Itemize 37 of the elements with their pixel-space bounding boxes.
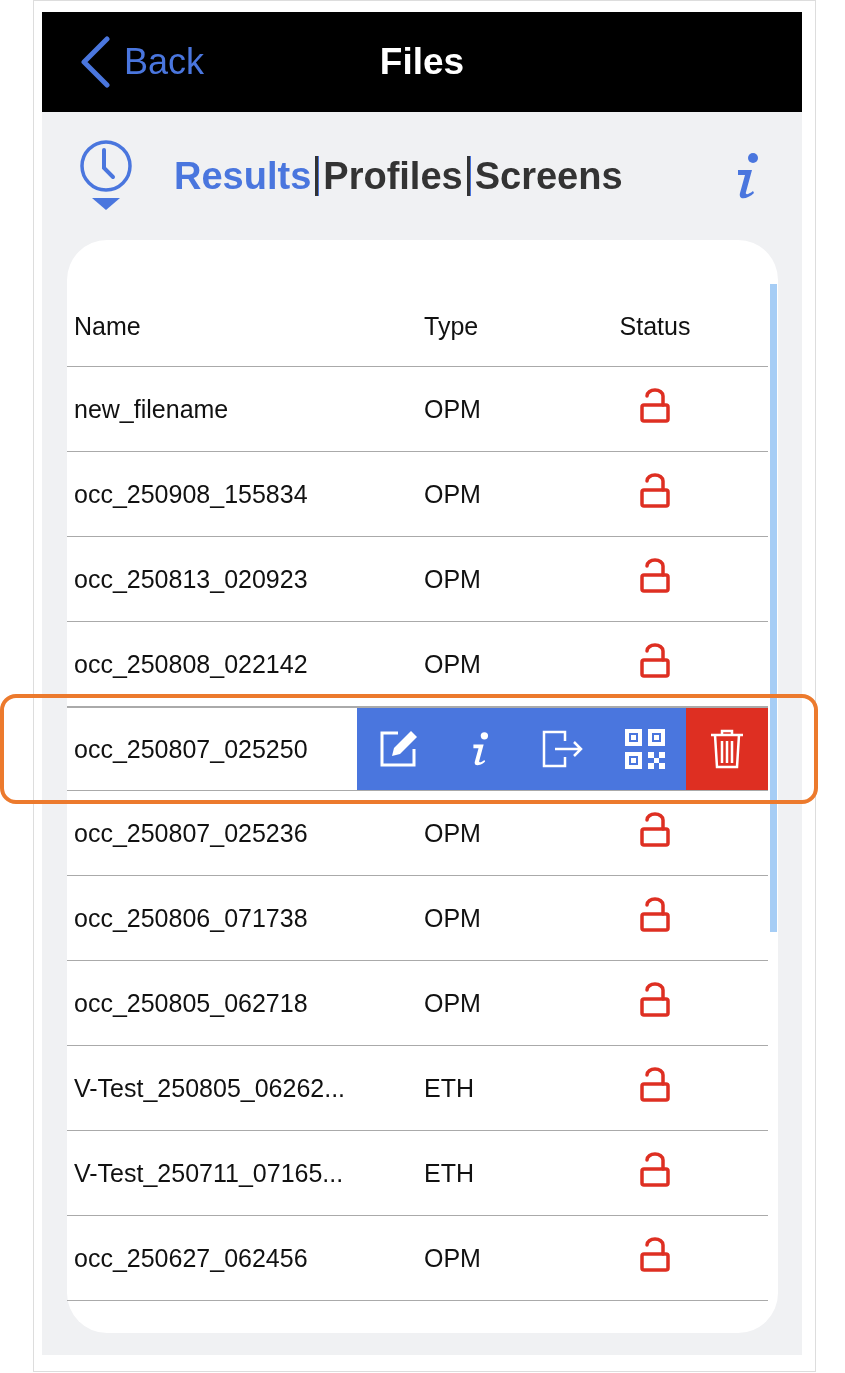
- file-type: OPM: [423, 903, 482, 933]
- file-type: OPM: [423, 394, 482, 424]
- tab[interactable]: Screens: [470, 154, 627, 198]
- screen-title: Files: [379, 41, 465, 83]
- column-header: Name: [73, 311, 142, 341]
- tab[interactable]: Profiles: [319, 154, 467, 198]
- column-header: Type: [423, 311, 480, 341]
- edit-button[interactable]: [357, 708, 440, 790]
- qr-code-button[interactable]: [603, 708, 686, 790]
- file-type: OPM: [423, 818, 482, 848]
- back-button[interactable]: Back: [42, 36, 205, 88]
- file-name: occ_250807_025250: [73, 734, 309, 764]
- file-name: occ_250806_071738: [73, 903, 309, 933]
- file-name: V-Test_250805_06262...: [73, 1073, 347, 1103]
- file-name: occ_250813_020923: [73, 564, 309, 594]
- file-type: OPM: [423, 564, 482, 594]
- file-type: ETH: [423, 1158, 475, 1188]
- delete-button[interactable]: [685, 708, 768, 790]
- column-header: Status: [619, 311, 691, 341]
- file-name: occ_250808_022142: [73, 649, 309, 679]
- tab[interactable]: Results: [170, 154, 316, 198]
- file-type: OPM: [423, 649, 482, 679]
- file-name: occ_250627_062456: [73, 1243, 309, 1273]
- file-name: occ_250908_155834: [73, 479, 309, 509]
- file-type: ETH: [423, 1073, 475, 1103]
- file-name: occ_250807_025236: [73, 818, 309, 848]
- chevron-left-icon: [80, 36, 110, 88]
- qr-code-icon: [624, 729, 665, 769]
- trash-icon: [709, 729, 744, 769]
- file-name: new_filename: [73, 394, 230, 424]
- file-type: OPM: [423, 1243, 482, 1273]
- edit-icon: [378, 729, 419, 769]
- file-type: OPM: [423, 988, 482, 1018]
- file-name: occ_250805_062718: [73, 988, 309, 1018]
- file-name: V-Test_250711_07165...: [73, 1158, 345, 1188]
- file-type: OPM: [423, 479, 482, 509]
- export-icon: [540, 729, 585, 769]
